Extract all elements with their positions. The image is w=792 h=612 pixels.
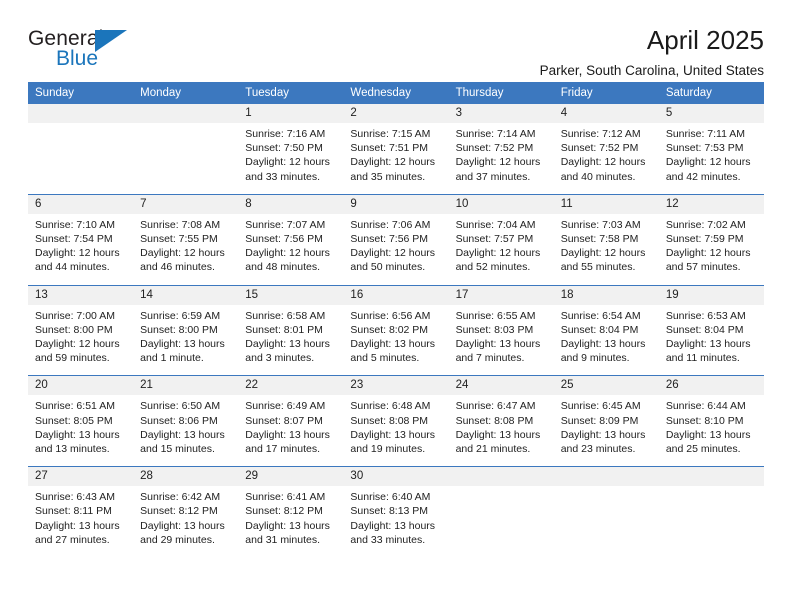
day-cell: Sunrise: 6:42 AM Sunset: 8:12 PM Dayligh… (133, 486, 239, 558)
day-number: 29 (238, 466, 344, 487)
day-number (133, 104, 239, 123)
day-cell: Sunrise: 6:47 AM Sunset: 8:08 PM Dayligh… (448, 395, 554, 467)
day-number (553, 466, 659, 487)
week-row-details: Sunrise: 7:00 AM Sunset: 8:00 PM Dayligh… (28, 304, 764, 376)
day-number: 22 (238, 375, 344, 396)
day-cell (553, 486, 659, 558)
day-number: 19 (658, 284, 764, 305)
day-cell (133, 123, 239, 195)
day-cell: Sunrise: 6:55 AM Sunset: 8:03 PM Dayligh… (448, 304, 554, 376)
day-number: 9 (343, 193, 449, 214)
day-cell: Sunrise: 7:11 AM Sunset: 7:53 PM Dayligh… (658, 123, 764, 195)
week-row-daynumbers: 27 28 29 30 (28, 466, 764, 487)
week-row-daynumbers: 6 7 8 9 10 11 12 (28, 193, 764, 214)
day-cell: Sunrise: 7:12 AM Sunset: 7:52 PM Dayligh… (553, 123, 659, 195)
weekday-header-thursday: Thursday (448, 82, 554, 104)
day-number: 18 (553, 284, 659, 305)
day-number: 10 (448, 193, 554, 214)
day-cell: Sunrise: 6:48 AM Sunset: 8:08 PM Dayligh… (343, 395, 449, 467)
day-cell: Sunrise: 6:44 AM Sunset: 8:10 PM Dayligh… (658, 395, 764, 467)
day-cell: Sunrise: 7:07 AM Sunset: 7:56 PM Dayligh… (238, 213, 344, 286)
day-number: 13 (28, 284, 134, 305)
week-row-details: Sunrise: 7:16 AM Sunset: 7:50 PM Dayligh… (28, 123, 764, 195)
day-number: 2 (343, 104, 449, 123)
day-number (658, 466, 764, 487)
day-number: 5 (658, 104, 764, 123)
page-title: April 2025 (646, 25, 764, 55)
day-number: 23 (343, 375, 449, 396)
calendar-body: 1 2 3 4 5 Sunrise: 7:16 AM Sunset: 7:50 … (28, 104, 764, 558)
day-cell: Sunrise: 7:15 AM Sunset: 7:51 PM Dayligh… (343, 123, 449, 195)
day-cell: Sunrise: 6:43 AM Sunset: 8:11 PM Dayligh… (28, 486, 134, 558)
day-cell: Sunrise: 6:50 AM Sunset: 8:06 PM Dayligh… (133, 395, 239, 467)
week-row-details: Sunrise: 6:51 AM Sunset: 8:05 PM Dayligh… (28, 395, 764, 467)
page-header: General Blue April 2025 Parker, South Ca… (28, 0, 764, 78)
weekday-header-monday: Monday (133, 82, 239, 104)
day-number: 26 (658, 375, 764, 396)
day-cell: Sunrise: 6:45 AM Sunset: 8:09 PM Dayligh… (553, 395, 659, 467)
day-cell: Sunrise: 7:00 AM Sunset: 8:00 PM Dayligh… (28, 304, 134, 376)
day-cell: Sunrise: 7:04 AM Sunset: 7:57 PM Dayligh… (448, 213, 554, 286)
day-number: 27 (28, 466, 134, 487)
day-cell: Sunrise: 6:51 AM Sunset: 8:05 PM Dayligh… (28, 395, 134, 467)
day-cell: Sunrise: 6:53 AM Sunset: 8:04 PM Dayligh… (658, 304, 764, 376)
general-blue-logo: General Blue (28, 26, 140, 74)
day-cell: Sunrise: 6:54 AM Sunset: 8:04 PM Dayligh… (553, 304, 659, 376)
day-number: 21 (133, 375, 239, 396)
calendar-page: General Blue April 2025 Parker, South Ca… (0, 0, 792, 612)
title-block: April 2025 Parker, South Carolina, Unite… (140, 26, 764, 79)
weekday-header-saturday: Saturday (658, 82, 764, 104)
day-cell (658, 486, 764, 558)
day-number (28, 104, 134, 123)
logo-text-general: General (28, 27, 104, 50)
day-number: 16 (343, 284, 449, 305)
day-cell: Sunrise: 7:06 AM Sunset: 7:56 PM Dayligh… (343, 213, 449, 286)
day-cell: Sunrise: 6:40 AM Sunset: 8:13 PM Dayligh… (343, 486, 449, 558)
day-number: 7 (133, 193, 239, 214)
day-cell: Sunrise: 6:41 AM Sunset: 8:12 PM Dayligh… (238, 486, 344, 558)
week-row-daynumbers: 1 2 3 4 5 (28, 104, 764, 123)
day-cell: Sunrise: 7:03 AM Sunset: 7:58 PM Dayligh… (553, 213, 659, 286)
week-row-daynumbers: 20 21 22 23 24 25 26 (28, 375, 764, 396)
day-cell: Sunrise: 7:14 AM Sunset: 7:52 PM Dayligh… (448, 123, 554, 195)
day-cell: Sunrise: 7:02 AM Sunset: 7:59 PM Dayligh… (658, 213, 764, 286)
logo-text-blue: Blue (56, 47, 99, 70)
week-row-daynumbers: 13 14 15 16 17 18 19 (28, 284, 764, 305)
day-cell (28, 123, 134, 195)
weekday-header-tuesday: Tuesday (238, 82, 344, 104)
weekday-header-sunday: Sunday (28, 82, 134, 104)
day-number: 17 (448, 284, 554, 305)
calendar-table: Sunday Monday Tuesday Wednesday Thursday… (28, 82, 764, 558)
day-cell: Sunrise: 7:16 AM Sunset: 7:50 PM Dayligh… (238, 123, 344, 195)
day-number: 20 (28, 375, 134, 396)
page-subtitle: Parker, South Carolina, United States (539, 63, 764, 79)
day-number: 24 (448, 375, 554, 396)
week-row-details: Sunrise: 6:43 AM Sunset: 8:11 PM Dayligh… (28, 486, 764, 558)
day-cell (448, 486, 554, 558)
day-number: 12 (658, 193, 764, 214)
day-number: 15 (238, 284, 344, 305)
day-number: 4 (553, 104, 659, 123)
day-cell: Sunrise: 6:56 AM Sunset: 8:02 PM Dayligh… (343, 304, 449, 376)
day-cell: Sunrise: 7:10 AM Sunset: 7:54 PM Dayligh… (28, 213, 134, 286)
day-number: 30 (343, 466, 449, 487)
day-number: 11 (553, 193, 659, 214)
day-cell: Sunrise: 6:58 AM Sunset: 8:01 PM Dayligh… (238, 304, 344, 376)
weekday-header-wednesday: Wednesday (343, 82, 449, 104)
day-number: 14 (133, 284, 239, 305)
triangle-icon (95, 30, 127, 52)
day-number (448, 466, 554, 487)
day-number: 8 (238, 193, 344, 214)
day-cell: Sunrise: 7:08 AM Sunset: 7:55 PM Dayligh… (133, 213, 239, 286)
week-row-details: Sunrise: 7:10 AM Sunset: 7:54 PM Dayligh… (28, 213, 764, 286)
day-cell: Sunrise: 6:59 AM Sunset: 8:00 PM Dayligh… (133, 304, 239, 376)
day-number: 3 (448, 104, 554, 123)
day-cell: Sunrise: 6:49 AM Sunset: 8:07 PM Dayligh… (238, 395, 344, 467)
weekday-header-row: Sunday Monday Tuesday Wednesday Thursday… (28, 82, 764, 104)
day-number: 25 (553, 375, 659, 396)
day-number: 6 (28, 193, 134, 214)
day-number: 1 (238, 104, 344, 123)
day-number: 28 (133, 466, 239, 487)
weekday-header-friday: Friday (553, 82, 659, 104)
